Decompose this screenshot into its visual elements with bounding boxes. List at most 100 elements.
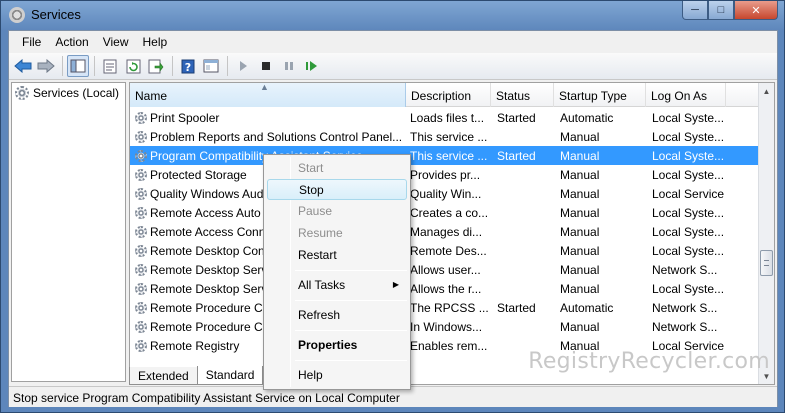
window-title: Services: [31, 7, 81, 22]
cell-description: Loads files t...: [410, 110, 485, 125]
table-row[interactable]: Remote Desktop Configuration Remote Des..…: [130, 241, 764, 260]
table-row[interactable]: Remote Procedure Call (RPC) Locator In Wi…: [130, 317, 764, 336]
column-header-description[interactable]: Description: [406, 83, 491, 107]
cell-log-on-as: Network S...: [652, 262, 718, 277]
cell-description: Quality Win...: [410, 186, 482, 201]
cell-startup-type: Manual: [560, 186, 600, 201]
menu-view[interactable]: View: [96, 33, 136, 51]
scroll-up-arrow-icon[interactable]: ▲: [759, 83, 774, 99]
column-header-status[interactable]: Status: [491, 83, 554, 107]
restart-service-button[interactable]: [301, 55, 323, 77]
service-gear-icon: [135, 168, 147, 181]
context-menu-restart[interactable]: Restart: [267, 245, 407, 266]
context-menu-separator: [295, 360, 407, 361]
context-menu-all-tasks[interactable]: All Tasks ▶: [267, 275, 407, 296]
toolbar: ?: [9, 53, 777, 80]
view-button[interactable]: [200, 55, 222, 77]
table-row[interactable]: Remote Desktop Services UserMode Port Re…: [130, 279, 764, 298]
context-menu-start[interactable]: Start: [267, 158, 407, 179]
service-gear-icon: [135, 301, 147, 314]
column-header-startup-type[interactable]: Startup Type: [554, 83, 646, 107]
properties-button[interactable]: [99, 55, 121, 77]
context-menu-separator: [295, 330, 407, 331]
cell-startup-type: Manual: [560, 243, 600, 258]
service-gear-icon: [135, 244, 147, 257]
tab-standard[interactable]: Standard: [196, 366, 264, 385]
services-window: Services ─ □ ✕ File Action View Help ? S…: [0, 0, 785, 413]
cell-startup-type: Manual: [560, 224, 600, 239]
cell-description: Allows user...: [410, 262, 481, 277]
maximize-icon: □: [717, 4, 725, 16]
cell-log-on-as: Local Syste...: [652, 281, 725, 296]
tab-extended[interactable]: Extended: [129, 367, 198, 385]
cell-log-on-as: Local Syste...: [652, 243, 725, 258]
scroll-thumb[interactable]: [760, 250, 773, 276]
console-tree-pane: Services (Local): [11, 82, 126, 382]
service-gear-icon: [135, 206, 147, 219]
context-menu-properties[interactable]: Properties: [267, 335, 407, 356]
minimize-button[interactable]: ─: [682, 1, 708, 20]
play-icon: [240, 61, 247, 71]
menu-help[interactable]: Help: [136, 33, 175, 51]
properties-sheet-icon: [103, 59, 117, 73]
table-row[interactable]: Remote Desktop Services Allows user... Man…: [130, 260, 764, 279]
cell-startup-type: Manual: [560, 148, 600, 163]
table-row[interactable]: Remote Access Connection Manager Manages …: [130, 222, 764, 241]
cell-description: Creates a co...: [410, 205, 489, 220]
restart-icon: [306, 61, 317, 71]
cell-startup-type: Automatic: [560, 110, 614, 125]
vertical-scrollbar[interactable]: ▲ ▼: [758, 83, 774, 384]
toolbar-separator: [94, 56, 95, 76]
service-gear-icon: [135, 225, 147, 238]
show-console-tree-button[interactable]: [67, 55, 89, 77]
menu-bar: File Action View Help: [9, 31, 777, 52]
export-list-icon: [148, 59, 164, 73]
help-toolbar-button[interactable]: ?: [177, 55, 199, 77]
context-menu-resume[interactable]: Resume: [267, 223, 407, 244]
services-gear-icon: [9, 7, 25, 23]
column-header-name[interactable]: Name ▲: [130, 83, 406, 107]
column-header-log-on-as[interactable]: Log On As: [646, 83, 726, 107]
table-row[interactable]: Print Spooler Loads files t... Started Auto…: [130, 108, 764, 127]
start-service-button[interactable]: [232, 55, 254, 77]
menu-file[interactable]: File: [15, 33, 48, 51]
tree-item-services-local[interactable]: Services (Local): [15, 86, 119, 100]
stop-icon: [262, 62, 270, 70]
service-gear-icon: [135, 130, 147, 143]
stop-service-button[interactable]: [255, 55, 277, 77]
refresh-button[interactable]: [122, 55, 144, 77]
table-row[interactable]: Program Compatibility Assistant Service T…: [130, 146, 764, 165]
table-row[interactable]: Remote Procedure Call (RPC) The RPCSS ...…: [130, 298, 764, 317]
service-gear-icon: [135, 187, 147, 200]
cell-startup-type: Manual: [560, 205, 600, 220]
table-row[interactable]: Quality Windows Audio Video Experience Qu…: [130, 184, 764, 203]
menu-action[interactable]: Action: [48, 33, 95, 51]
context-menu-pause[interactable]: Pause: [267, 201, 407, 222]
context-menu-refresh[interactable]: Refresh: [267, 305, 407, 326]
context-menu-stop[interactable]: Stop: [267, 179, 407, 200]
cell-log-on-as: Local Service: [652, 186, 725, 201]
service-gear-icon: [135, 149, 147, 162]
svg-text:?: ?: [185, 61, 191, 74]
table-row[interactable]: Remote Access Auto Connection ManagerCre…: [130, 203, 764, 222]
table-row[interactable]: Protected Storage Provides pr... Manual Loc…: [130, 165, 764, 184]
cell-log-on-as: Local Syste...: [652, 129, 725, 144]
submenu-arrow-icon: ▶: [392, 280, 399, 289]
export-list-button[interactable]: [145, 55, 167, 77]
back-button[interactable]: [12, 55, 34, 77]
service-gear-icon: [135, 111, 147, 124]
maximize-button[interactable]: □: [708, 1, 734, 20]
cell-log-on-as: Local Syste...: [652, 205, 725, 220]
back-arrow-icon: [14, 59, 32, 73]
services-list-pane: Name ▲ Description Status Startup Type L…: [129, 82, 775, 385]
cell-status: Started: [497, 110, 536, 125]
minimize-icon: ─: [691, 4, 699, 16]
pause-service-button[interactable]: [278, 55, 300, 77]
table-row[interactable]: Problem Reports and Solutions Control Pa…: [130, 127, 764, 146]
close-button[interactable]: ✕: [734, 1, 778, 20]
context-menu-help[interactable]: Help: [267, 365, 407, 386]
cell-startup-type: Manual: [560, 319, 600, 334]
forward-button[interactable]: [35, 55, 57, 77]
cell-log-on-as: Network S...: [652, 300, 718, 315]
title-bar[interactable]: Services ─ □ ✕: [1, 1, 784, 29]
